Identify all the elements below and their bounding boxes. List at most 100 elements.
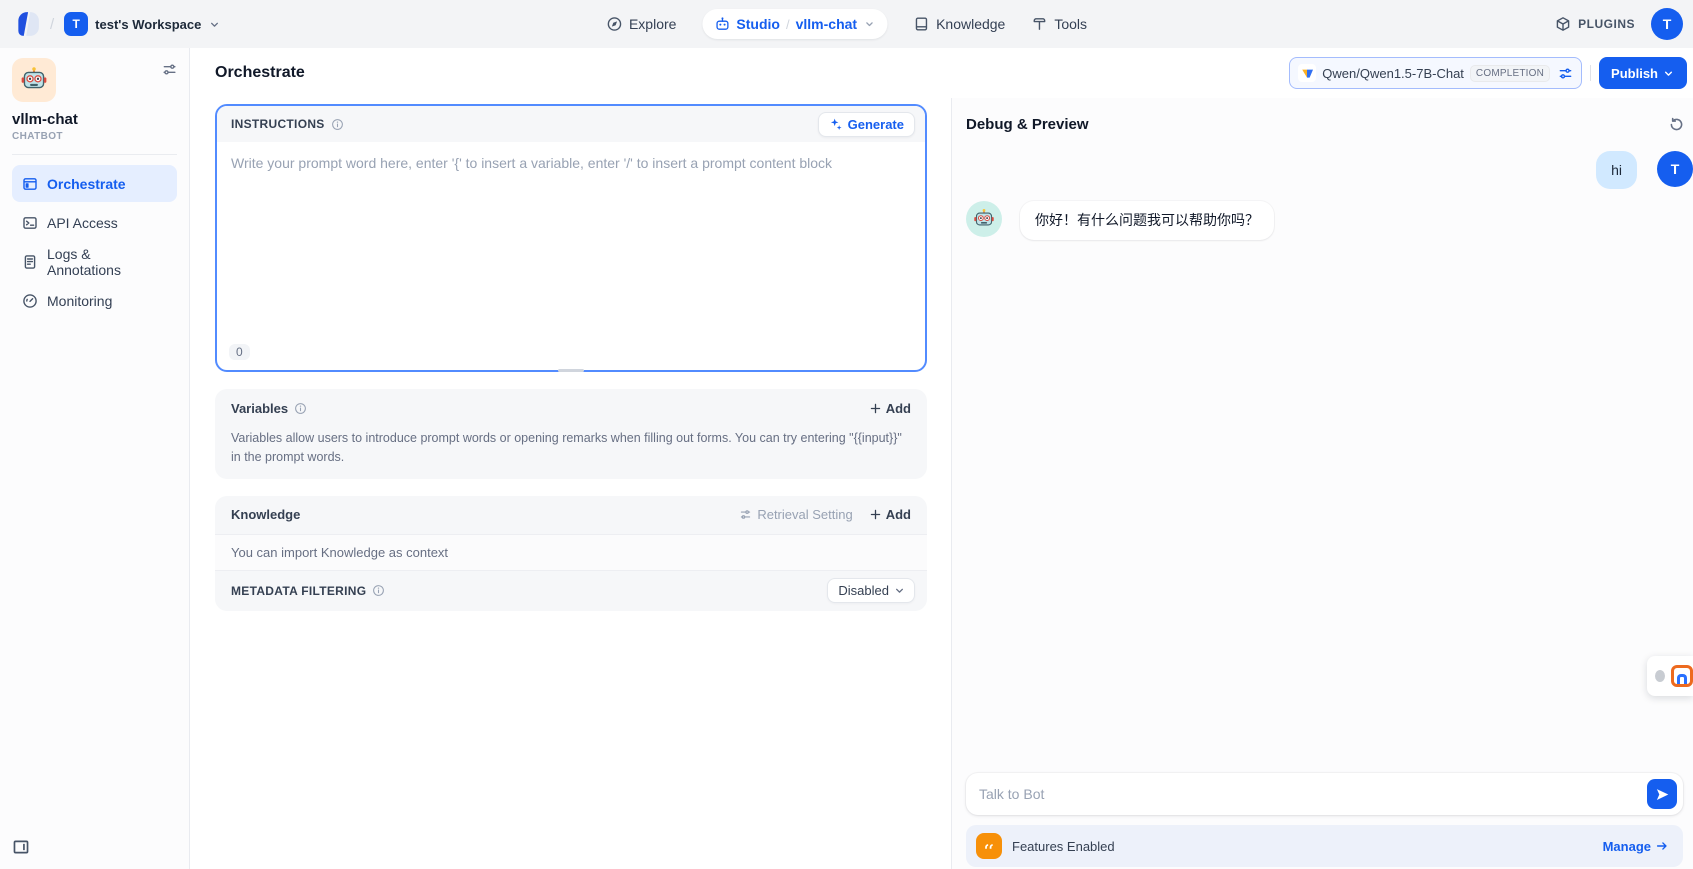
- app-name: vllm-chat: [12, 111, 177, 128]
- sidebar-item-orchestrate[interactable]: Orchestrate: [12, 165, 177, 202]
- model-name: Qwen/Qwen1.5-7B-Chat: [1322, 66, 1464, 81]
- prompt-placeholder: Write your prompt word here, enter '{' t…: [231, 154, 911, 174]
- variables-title: Variables: [231, 401, 288, 416]
- plugins-button[interactable]: PLUGINS: [1555, 16, 1635, 32]
- nav-studio-app[interactable]: Studio / vllm-chat: [702, 9, 887, 39]
- user-avatar: T: [1657, 151, 1693, 187]
- instructions-title: INSTRUCTIONS: [231, 117, 325, 131]
- variables-header: Variables Add: [215, 389, 927, 427]
- generate-button[interactable]: Generate: [818, 112, 915, 137]
- tools-icon: [1031, 16, 1047, 32]
- panel-collapse-icon: [12, 838, 30, 856]
- debug-header: Debug & Preview: [952, 98, 1693, 141]
- retrieval-setting-label: Retrieval Setting: [757, 507, 852, 522]
- nav-right: PLUGINS T: [1555, 8, 1683, 40]
- vllm-logo-icon: [1298, 64, 1316, 82]
- chat-area: hi T: [952, 141, 1693, 773]
- instructions-panel: INSTRUCTIONS Generate Write your promp: [215, 104, 927, 372]
- restart-conversation-button[interactable]: [1666, 114, 1687, 135]
- studio-separator: /: [786, 17, 790, 32]
- terminal-icon: [22, 215, 38, 231]
- nav-tools[interactable]: Tools: [1031, 16, 1087, 32]
- explore-icon: [606, 16, 622, 32]
- chevron-down-icon: [863, 18, 875, 30]
- chat-input[interactable]: [966, 773, 1683, 815]
- generate-label: Generate: [848, 117, 904, 132]
- add-knowledge-button[interactable]: Add: [869, 507, 911, 522]
- features-label: Features Enabled: [1012, 839, 1115, 854]
- metadata-filtering-select[interactable]: Disabled: [827, 578, 915, 603]
- knowledge-title: Knowledge: [231, 507, 300, 522]
- sidebar-item-monitoring[interactable]: Monitoring: [12, 282, 177, 319]
- sidebar-item-logs-annotations[interactable]: Logs & Annotations: [12, 243, 177, 280]
- nav-knowledge-label: Knowledge: [936, 16, 1005, 32]
- chat-message-user: hi T: [966, 151, 1693, 189]
- nav-tools-label: Tools: [1054, 16, 1087, 32]
- variables-section: Variables Add: [215, 389, 927, 479]
- nav-explore-label: Explore: [629, 16, 676, 32]
- widget-dot-icon: [1655, 670, 1665, 682]
- sidebar-item-api-access[interactable]: API Access: [12, 204, 177, 241]
- send-button[interactable]: [1647, 779, 1677, 809]
- chevron-down-icon: [1662, 67, 1675, 80]
- widget-logo-icon: [1671, 665, 1693, 687]
- retrieval-setting-button[interactable]: Retrieval Setting: [739, 507, 852, 522]
- workspace-switcher[interactable]: T test's Workspace: [64, 12, 221, 36]
- features-icon: [976, 833, 1002, 859]
- account-avatar[interactable]: T: [1651, 8, 1683, 40]
- collapse-sidebar-button[interactable]: [8, 834, 34, 860]
- info-icon: [331, 118, 344, 131]
- orchestrate-icon: [22, 176, 38, 192]
- retrieval-setting-icon: [739, 508, 752, 521]
- plus-icon: [869, 508, 882, 521]
- manage-label: Manage: [1603, 839, 1651, 854]
- nav-knowledge[interactable]: Knowledge: [913, 16, 1005, 32]
- header-divider: [1590, 65, 1591, 81]
- sidebar-divider: [12, 154, 177, 155]
- nav-studio-label: Studio: [736, 16, 780, 32]
- chevron-down-icon: [208, 18, 221, 31]
- manage-features-link[interactable]: Manage: [1603, 839, 1669, 854]
- sidebar-item-label: Logs & Annotations: [47, 246, 167, 278]
- bot-message-bubble: 你好！有什么问题我可以帮助你吗？: [1020, 201, 1274, 239]
- user-message-bubble: hi: [1596, 151, 1637, 189]
- knowledge-header: Knowledge Retrieval Setting: [215, 496, 927, 534]
- chat-message-bot: 你好！有什么问题我可以帮助你吗？: [966, 201, 1693, 239]
- gauge-icon: [22, 293, 38, 309]
- model-mode-badge: COMPLETION: [1470, 65, 1550, 82]
- debug-preview-panel: Debug & Preview hi T: [951, 98, 1693, 869]
- arrow-right-icon: [1655, 839, 1669, 853]
- robot-emoji-icon: [20, 66, 48, 94]
- nav-explore[interactable]: Explore: [606, 16, 676, 32]
- app-sidebar: vllm-chat CHATBOT Orchestrate API Access…: [0, 48, 190, 869]
- resize-handle[interactable]: [558, 369, 584, 372]
- dify-logo-icon[interactable]: [14, 11, 40, 37]
- sidebar-item-label: Orchestrate: [47, 176, 126, 192]
- metadata-filtering-row: METADATA FILTERING Disabled: [215, 571, 927, 611]
- robot-icon: [714, 16, 730, 32]
- model-settings-icon[interactable]: [1558, 66, 1573, 81]
- sidebar-item-label: Monitoring: [47, 293, 112, 309]
- app-settings-icon[interactable]: [162, 62, 177, 77]
- add-variable-button[interactable]: Add: [869, 401, 911, 416]
- page-title: Orchestrate: [215, 64, 305, 82]
- prompt-editor[interactable]: Write your prompt word here, enter '{' t…: [217, 142, 925, 370]
- knowledge-icon: [913, 16, 929, 32]
- debug-title: Debug & Preview: [966, 116, 1089, 133]
- sparkles-icon: [829, 117, 843, 131]
- variables-description: Variables allow users to introduce promp…: [215, 427, 927, 479]
- chevron-down-icon: [893, 584, 906, 597]
- knowledge-description: You can import Knowledge as context: [215, 534, 927, 571]
- app-icon[interactable]: [12, 58, 56, 102]
- info-icon: [372, 584, 385, 597]
- publish-button[interactable]: Publish: [1599, 57, 1687, 89]
- browser-extension-widget[interactable]: [1647, 656, 1693, 696]
- model-selector[interactable]: Qwen/Qwen1.5-7B-Chat COMPLETION: [1289, 57, 1582, 89]
- orchestrate-config-panel: INSTRUCTIONS Generate Write your promp: [190, 98, 951, 869]
- plugins-label: PLUGINS: [1578, 17, 1635, 31]
- bot-avatar: [966, 201, 1002, 237]
- knowledge-section: Knowledge Retrieval Setting: [215, 496, 927, 611]
- publish-label: Publish: [1611, 66, 1658, 81]
- document-icon: [22, 254, 38, 270]
- instructions-header: INSTRUCTIONS Generate: [217, 106, 925, 142]
